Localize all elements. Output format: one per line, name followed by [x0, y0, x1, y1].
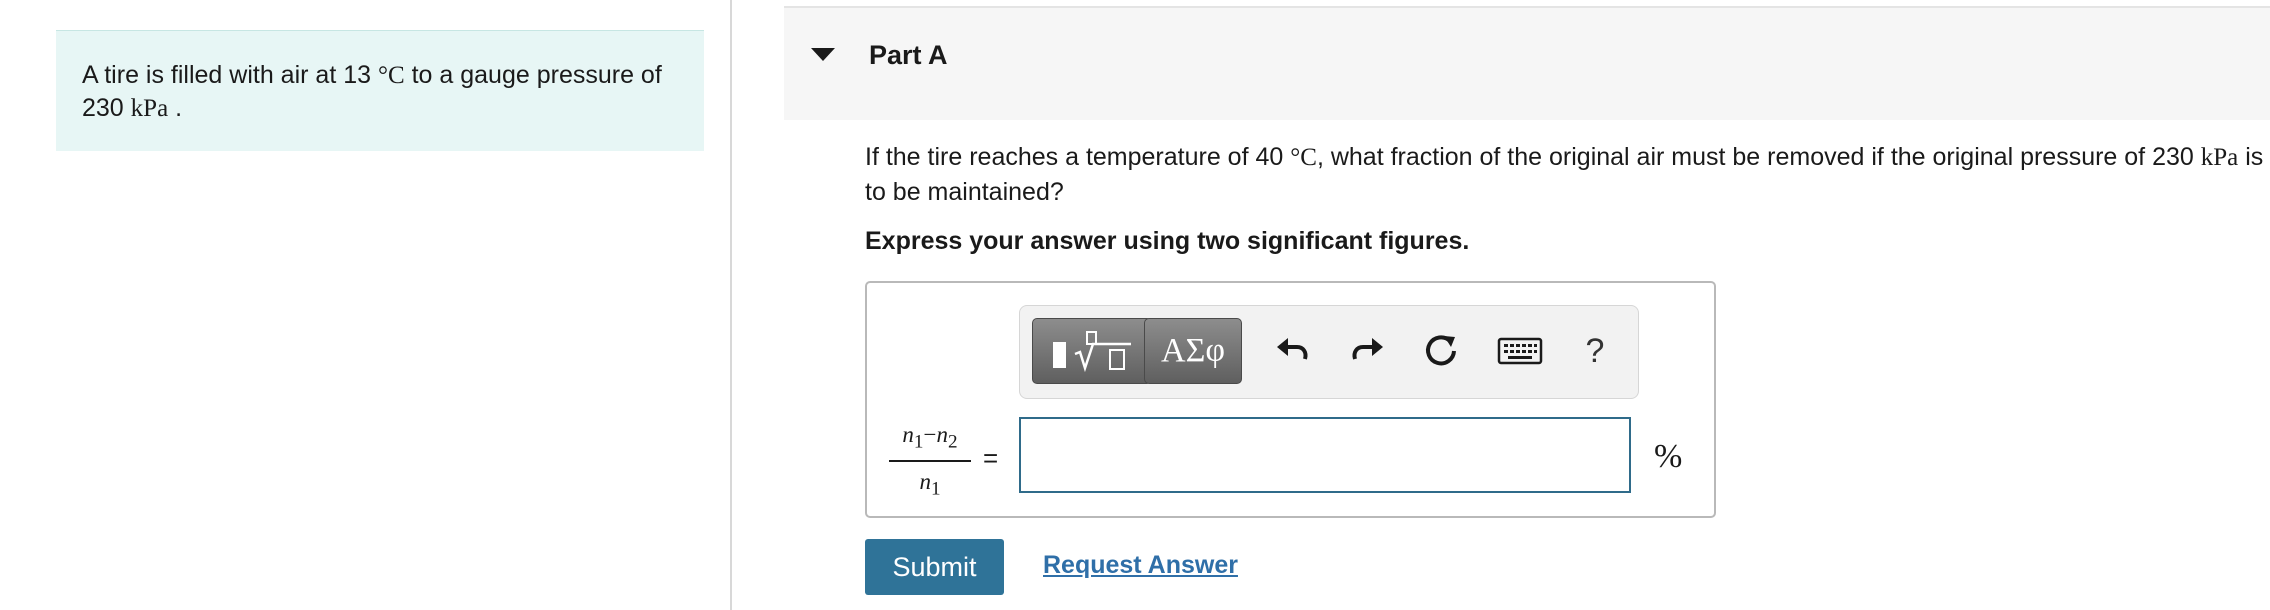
undo-icon[interactable]	[1268, 326, 1318, 376]
redo-icon[interactable]	[1342, 326, 1392, 376]
reset-icon[interactable]	[1416, 326, 1466, 376]
templates-button[interactable]	[1032, 318, 1152, 384]
intro-text: A tire is filled with air at 13	[82, 61, 372, 89]
numerator-n2: n	[936, 422, 948, 447]
answer-instruction: Express your answer using two significan…	[865, 227, 1470, 255]
denominator-sub: 1	[930, 478, 941, 500]
part-header[interactable]: Part A	[784, 6, 2270, 120]
answer-box: ΑΣφ ? n1−n2 n1 = %	[865, 281, 1716, 518]
denominator-n: n	[919, 468, 931, 494]
equals-sign: =	[983, 443, 999, 473]
panel-divider	[730, 0, 732, 610]
numerator-sub-2: 2	[947, 431, 958, 453]
answer-unit: %	[1654, 438, 1683, 475]
fraction-denominator: n1	[889, 462, 971, 501]
problem-intro: A tire is filled with air at 13 °C to a …	[56, 30, 704, 151]
intro-temp-unit: °C	[377, 62, 405, 89]
math-toolbar: ΑΣφ ?	[1019, 305, 1639, 399]
question-text: If the tire reaches a temperature of 40 …	[865, 140, 2265, 210]
submit-button[interactable]: Submit	[865, 539, 1004, 595]
keyboard-icon[interactable]	[1490, 326, 1550, 376]
help-button[interactable]: ?	[1570, 326, 1620, 376]
numerator-sub-1: 1	[913, 431, 924, 453]
templates-icon	[1053, 331, 1131, 373]
numerator-minus: −	[923, 422, 937, 447]
collapse-caret-icon[interactable]	[811, 48, 835, 61]
part-title: Part A	[869, 40, 948, 70]
intro-pressure-unit: kPa	[130, 95, 169, 122]
answer-input[interactable]	[1019, 417, 1631, 493]
numerator-n: n	[902, 422, 914, 447]
question-part-2: , what fraction of the original air must…	[1316, 143, 2194, 171]
intro-text-end: .	[175, 94, 183, 122]
answer-lhs-fraction: n1−n2 n1	[889, 421, 971, 500]
request-answer-link[interactable]: Request Answer	[1043, 551, 1238, 580]
fraction-numerator: n1−n2	[889, 421, 971, 462]
question-pressure-unit: kPa	[2200, 144, 2239, 171]
question-part-1: If the tire reaches a temperature of 40	[865, 143, 1284, 171]
greek-symbols-button[interactable]: ΑΣφ	[1144, 318, 1242, 384]
question-temp-unit: °C	[1290, 144, 1317, 171]
